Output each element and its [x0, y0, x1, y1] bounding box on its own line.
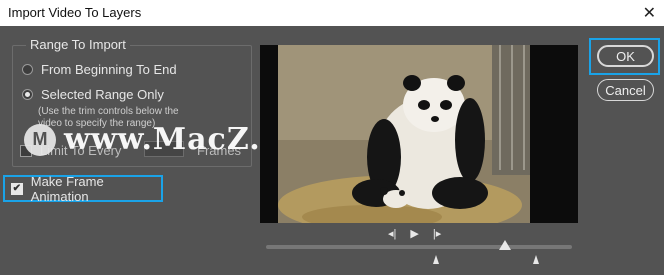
close-icon[interactable]: ✕	[643, 3, 656, 23]
trim-end-handle[interactable]	[533, 255, 539, 264]
range-group-title: Range To Import	[26, 37, 130, 52]
radio-label: From Beginning To End	[41, 62, 177, 77]
radio-selected-range[interactable]: Selected Range Only	[22, 87, 164, 102]
previous-frame-icon[interactable]: ◂|	[388, 227, 396, 240]
video-preview	[260, 45, 578, 223]
radio-icon[interactable]	[22, 64, 33, 75]
ok-button[interactable]: OK	[597, 45, 654, 67]
checkmark-icon[interactable]: ✔	[11, 182, 23, 195]
playhead-handle[interactable]	[498, 240, 511, 250]
make-frame-label: Make Frame Animation	[30, 173, 104, 204]
radio-label: Selected Range Only	[41, 87, 164, 102]
timeline-track[interactable]	[266, 245, 572, 249]
make-frame-animation-checkbox[interactable]: ✔ Make Frame Animation	[3, 173, 163, 204]
radio-checked-icon[interactable]	[22, 89, 33, 100]
video-frame-image	[278, 45, 530, 223]
radio-from-beginning[interactable]: From Beginning To End	[22, 62, 177, 77]
play-icon[interactable]: ▶	[410, 227, 418, 240]
cancel-button[interactable]: Cancel	[597, 79, 654, 101]
window-title: Import Video To Layers	[8, 5, 142, 20]
trim-start-handle[interactable]	[433, 255, 439, 264]
title-bar: Import Video To Layers ✕	[0, 0, 664, 26]
video-transport: ◂| ▶ |▸	[388, 227, 441, 240]
next-frame-icon[interactable]: |▸	[433, 227, 441, 240]
watermark-logo-icon: M	[24, 123, 56, 156]
